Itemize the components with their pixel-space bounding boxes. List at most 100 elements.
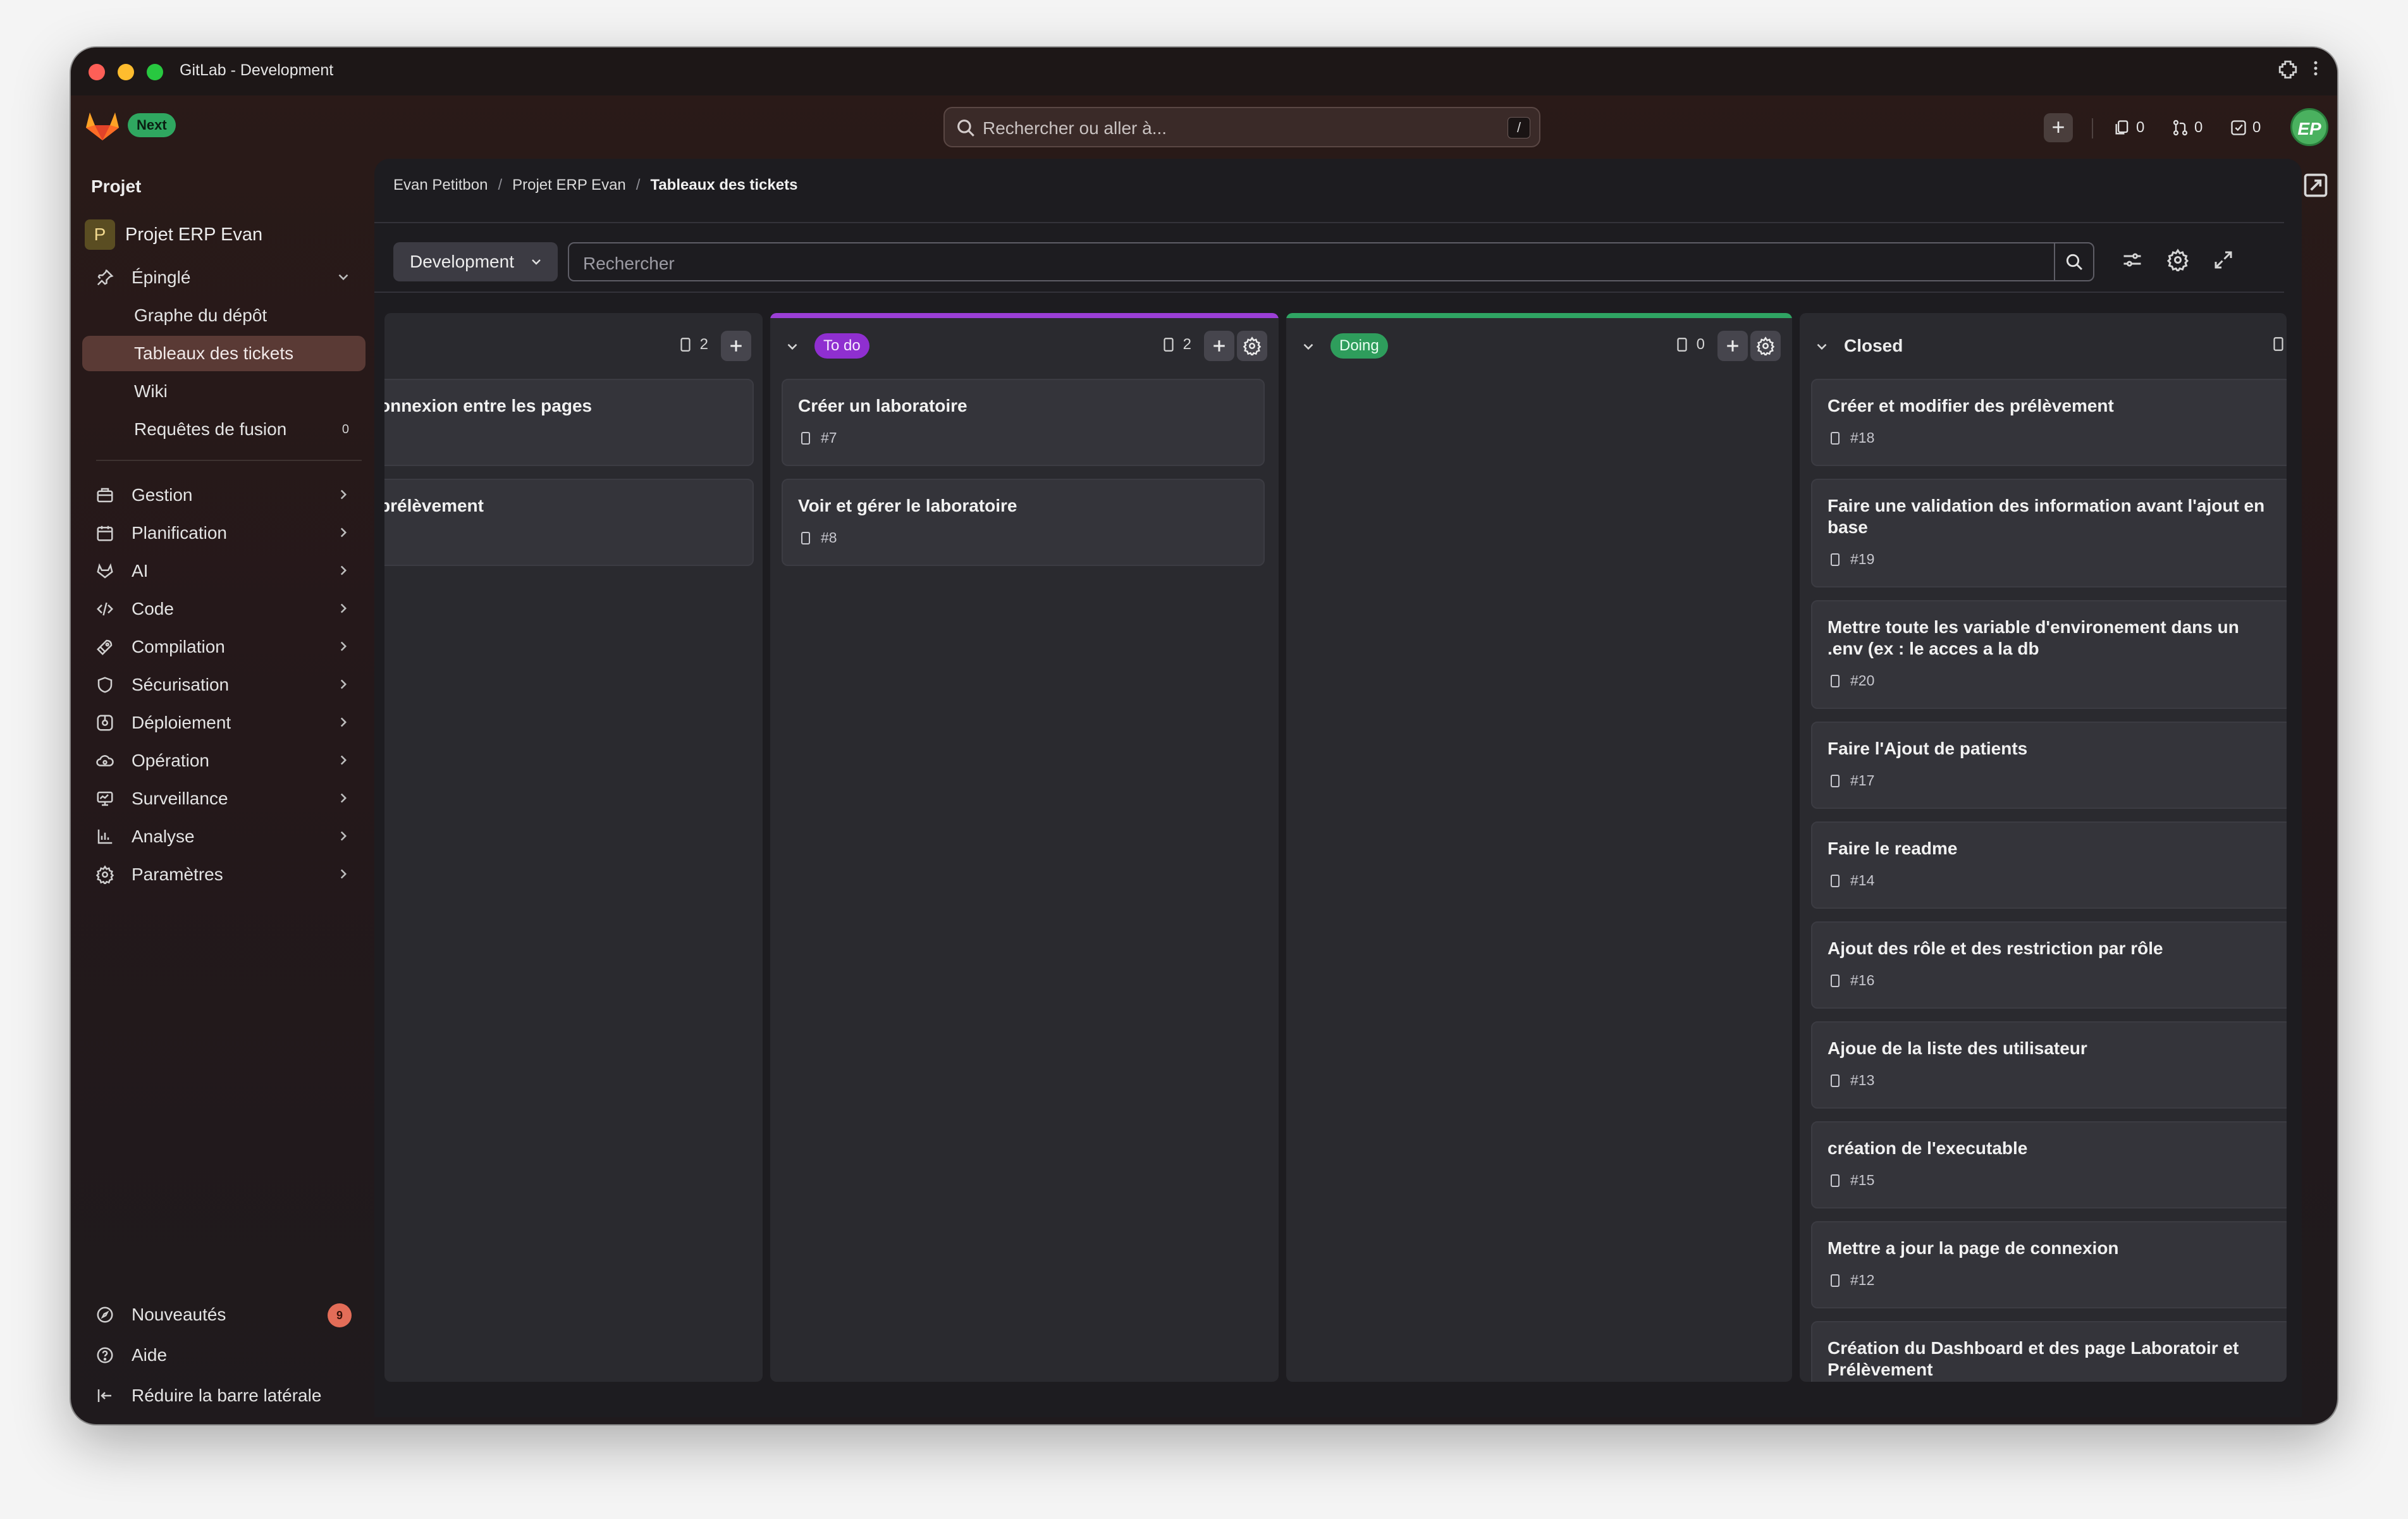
search-shortcut-key: / [1508, 117, 1530, 138]
gitlab-logo-icon[interactable] [85, 108, 120, 142]
minimize-window-button[interactable] [118, 64, 134, 80]
code-icon [94, 598, 116, 620]
briefcase-icon [94, 484, 116, 507]
column-settings-button[interactable] [1750, 331, 1781, 361]
add-issue-button[interactable] [1717, 331, 1748, 361]
board-search-button[interactable] [2054, 243, 2093, 280]
user-avatar[interactable]: EP [2290, 108, 2328, 146]
sidebar-whats-new[interactable]: Nouveautés 9 [82, 1297, 366, 1332]
sidebar-item-code[interactable]: Code [82, 591, 366, 627]
chevron-down-icon[interactable] [1814, 338, 1830, 355]
sidebar-item-compilation[interactable]: Compilation [82, 629, 366, 665]
create-new-button[interactable]: + [2044, 113, 2073, 142]
issue-closed-icon [1831, 874, 1840, 887]
board-card[interactable]: Créer un laboratoire #7 [782, 379, 1265, 466]
column-label-todo[interactable]: To do [814, 333, 869, 359]
sidebar-item-analyse[interactable]: Analyse [82, 819, 366, 854]
board-filters-icon[interactable] [2121, 249, 2149, 276]
add-issue-button[interactable] [721, 331, 751, 361]
close-window-button[interactable] [89, 64, 105, 80]
more-vertical-icon[interactable] [2303, 59, 2328, 84]
sidebar-item-issue-boards[interactable]: Tableaux des tickets [82, 336, 366, 371]
board-card[interactable]: Faire une validation des information ava… [1811, 479, 2287, 587]
board-card[interactable]: Faire l'Ajout de patients #17 [1811, 722, 2287, 809]
board-card[interactable]: onnexion entre les pages [384, 379, 754, 466]
sidebar-item-planification[interactable]: Planification [82, 515, 366, 551]
assigned-issues-button[interactable]: 0 [2113, 117, 2144, 138]
settings-icon [1756, 336, 1775, 355]
sidebar-item-repository-graph[interactable]: Graphe du dépôt [82, 298, 366, 333]
card-title[interactable]: Ajout des rôle et des restriction par rô… [1828, 938, 2275, 959]
chevron-down-icon[interactable] [1300, 338, 1317, 355]
global-search-input[interactable]: Rechercher ou aller à... / [943, 107, 1540, 147]
sidebar-project-link[interactable]: P Projet ERP Evan [85, 217, 363, 252]
card-meta: #18 [1828, 429, 1874, 446]
breadcrumb-item-current[interactable]: Tableaux des tickets [650, 176, 797, 194]
breadcrumb-item-group[interactable]: Evan Petitbon [393, 176, 488, 194]
card-title[interactable]: Créer et modifier des prélèvement [1828, 395, 2275, 417]
issues-icon [2273, 337, 2283, 351]
column-issue-count [2270, 336, 2287, 352]
column-label-closed[interactable]: Closed [1844, 333, 1903, 359]
board-card[interactable]: Création du Dashboard et des page Labora… [1811, 1321, 2287, 1382]
board-card[interactable]: Mettre toute les variable d'environement… [1811, 600, 2287, 709]
breadcrumb-item-project[interactable]: Projet ERP Evan [512, 176, 626, 194]
sidebar-item-label: Requêtes de fusion [134, 419, 287, 439]
sidebar-item-label: Planification [132, 523, 227, 543]
card-title[interactable]: Voir et gérer le laboratoire [798, 495, 1248, 517]
next-badge[interactable]: Next [128, 113, 176, 137]
card-title[interactable]: création de l'executable [1828, 1138, 2275, 1159]
card-title[interactable]: Créer un laboratoire [798, 395, 1248, 417]
sidebar-pinned-toggle[interactable]: Épinglé [82, 260, 366, 295]
collapse-pane-icon[interactable] [2302, 171, 2337, 207]
sidebar-item-gestion[interactable]: Gestion [82, 477, 366, 513]
sidebar-divider [96, 460, 362, 461]
sidebar-help[interactable]: Aide [82, 1338, 366, 1373]
card-title[interactable]: Faire l'Ajout de patients [1828, 738, 2275, 760]
sidebar-collapse-button[interactable]: Réduire la barre latérale [82, 1378, 366, 1413]
sidebar-item-operation[interactable]: Opération [82, 743, 366, 778]
sidebar-item-securisation[interactable]: Sécurisation [82, 667, 366, 703]
board-card[interactable]: Faire le readme #14 [1811, 821, 2287, 909]
board-card[interactable]: Ajoue de la liste des utilisateur #13 [1811, 1021, 2287, 1109]
board-switcher-dropdown[interactable]: Development [393, 242, 558, 281]
board-column-closed: Closed Créer et modifier des prélèvement… [1800, 313, 2287, 1382]
card-title[interactable]: Faire une validation des information ava… [1828, 495, 2275, 538]
chevron-down-icon[interactable] [784, 338, 801, 355]
sidebar-item-parametres[interactable]: Paramètres [82, 857, 366, 892]
column-settings-button[interactable] [1237, 331, 1267, 361]
add-issue-button[interactable] [1204, 331, 1234, 361]
card-title[interactable]: prélèvement [384, 495, 737, 517]
board-card[interactable]: Mettre a jour la page de connexion #12 [1811, 1221, 2287, 1308]
top-header: Next Rechercher ou aller à... / + 0 0 0 … [71, 95, 2337, 159]
compass-icon [94, 1303, 116, 1326]
card-issue-number: #20 [1850, 672, 1875, 689]
sidebar-item-deploiement[interactable]: Déploiement [82, 705, 366, 741]
extension-icon[interactable] [2275, 59, 2300, 84]
card-title[interactable]: Mettre a jour la page de connexion [1828, 1238, 2275, 1259]
board-card[interactable]: Ajout des rôle et des restriction par rô… [1811, 921, 2287, 1009]
merge-request-icon [2173, 120, 2188, 136]
card-title[interactable]: Mettre toute les variable d'environement… [1828, 617, 2275, 660]
board-card[interactable]: création de l'executable #15 [1811, 1121, 2287, 1208]
sidebar-item-surveillance[interactable]: Surveillance [82, 781, 366, 816]
card-title[interactable]: Ajoue de la liste des utilisateur [1828, 1038, 2275, 1059]
sidebar-item-wiki[interactable]: Wiki [82, 374, 366, 409]
fullscreen-icon[interactable] [2212, 249, 2240, 276]
card-title[interactable]: Création du Dashboard et des page Labora… [1828, 1338, 2275, 1381]
card-title[interactable]: onnexion entre les pages [384, 395, 737, 417]
issues-icon [680, 338, 691, 352]
merge-requests-button[interactable]: 0 [2172, 117, 2202, 138]
board-card[interactable]: prélèvement [384, 479, 754, 566]
board-search-input[interactable]: Rechercher [568, 242, 2094, 281]
sidebar-item-ai[interactable]: AI [82, 553, 366, 589]
card-title[interactable]: Faire le readme [1828, 838, 2275, 859]
board-card[interactable]: Voir et gérer le laboratoire #8 [782, 479, 1265, 566]
monitor-icon [94, 787, 116, 810]
zoom-window-button[interactable] [147, 64, 163, 80]
board-card[interactable]: Créer et modifier des prélèvement #18 [1811, 379, 2287, 466]
sidebar-item-merge-requests[interactable]: Requêtes de fusion 0 [82, 412, 366, 447]
column-label-doing[interactable]: Doing [1330, 333, 1388, 359]
board-settings-icon[interactable] [2166, 249, 2194, 276]
todo-list-button[interactable]: 0 [2230, 117, 2261, 138]
